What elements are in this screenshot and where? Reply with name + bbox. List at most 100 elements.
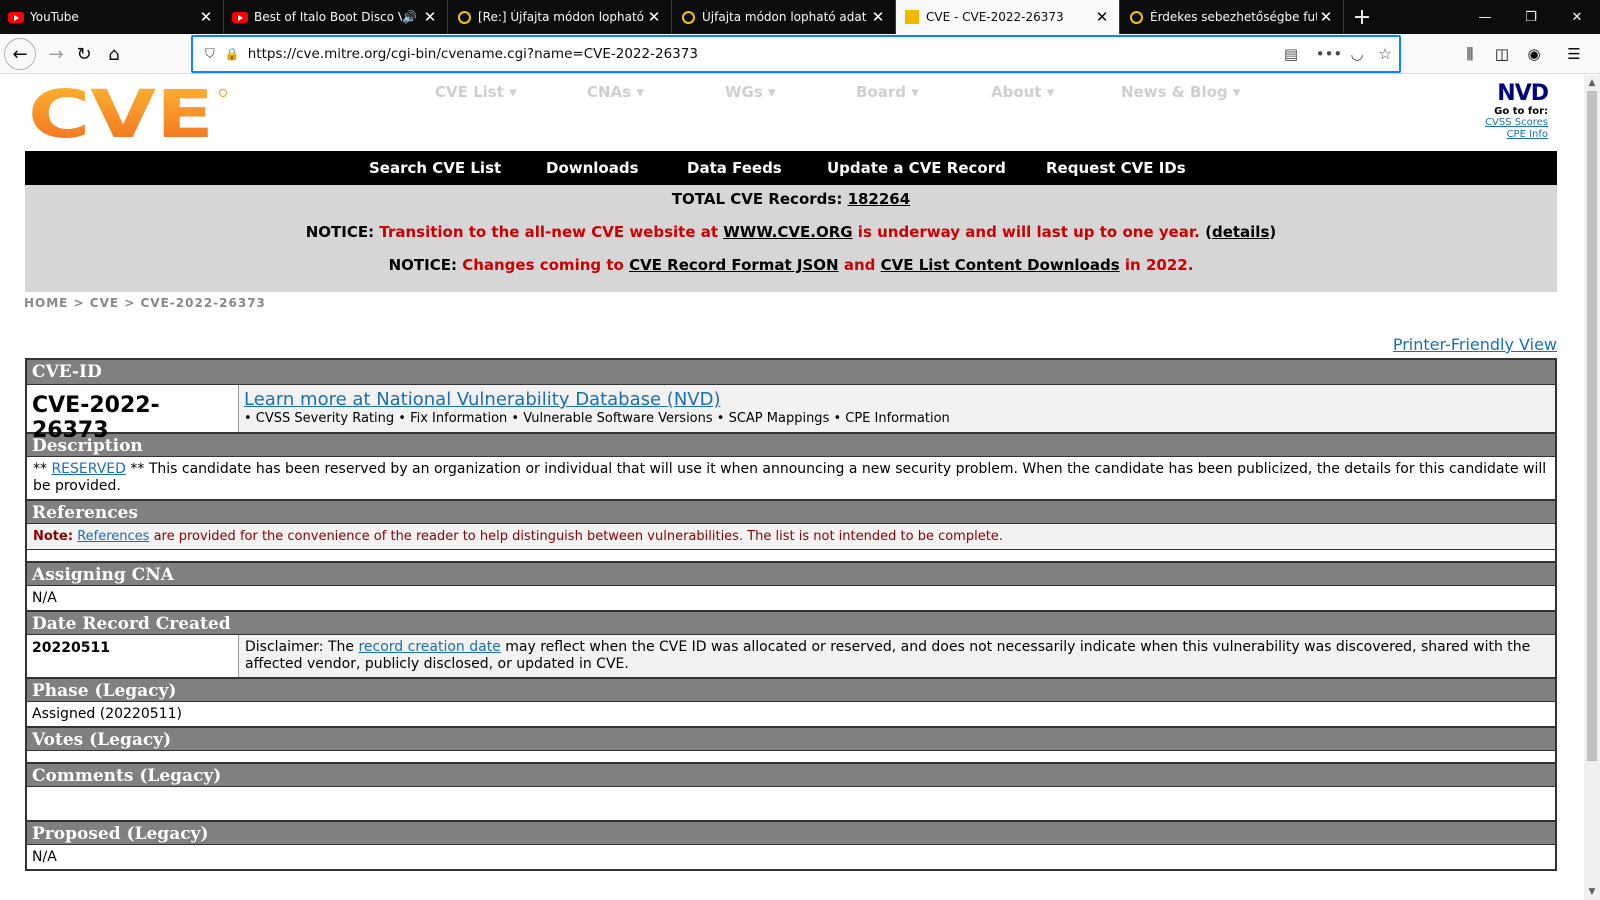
nav-update-cve-record[interactable]: Update a CVE Record xyxy=(827,159,1006,177)
tab-title: YouTube xyxy=(30,10,79,24)
header-phase: Phase (Legacy) xyxy=(27,677,1555,701)
notice-label: NOTICE: xyxy=(388,256,457,274)
cna-row: N/A xyxy=(27,585,1555,610)
disclaimer-text: Disclaimer: The record creation date may… xyxy=(239,635,1555,677)
pocket-icon[interactable]: ◡ xyxy=(1343,45,1371,63)
phase-value: Assigned (20220511) xyxy=(32,706,182,722)
note-text: are provided for the convenience of the … xyxy=(153,529,1003,544)
nav-data-feeds[interactable]: Data Feeds xyxy=(687,159,782,177)
tab-italo-disco[interactable]: Best of Italo Boot Disco Vol. 🔊 ✕ xyxy=(224,0,448,34)
cpe-info-link[interactable]: CPE Info xyxy=(1458,129,1548,141)
tab-re-ujfajta[interactable]: [Re:] Újfajta módon lopható ad ✕ xyxy=(448,0,672,34)
notice-text: Transition to the all-new CVE website at xyxy=(379,223,719,241)
top-nav-board[interactable]: Board ▾ xyxy=(856,83,991,101)
tab-title: CVE - CVE-2022-26373 xyxy=(926,10,1064,24)
date-value: 20220511 xyxy=(27,635,239,677)
bookmark-star-icon[interactable]: ☆ xyxy=(1371,45,1399,63)
scroll-down-icon[interactable]: ▼ xyxy=(1584,884,1600,900)
lock-icon[interactable]: 🔒 xyxy=(225,47,240,61)
menu-icon[interactable]: ☰ xyxy=(1558,38,1590,70)
cvss-scores-link[interactable]: CVSS Scores xyxy=(1458,117,1548,129)
breadcrumb[interactable]: HOME > CVE > CVE-2022-26373 xyxy=(24,296,266,310)
details-link[interactable]: details xyxy=(1212,223,1269,241)
desc-body: ** This candidate has been reserved by a… xyxy=(33,461,1547,494)
nav-toolbar: ← → ↻ ⌂ ⛉ 🔒 https://cve.mitre.org/cgi-bi… xyxy=(0,34,1600,74)
nav-request-cve-ids[interactable]: Request CVE IDs xyxy=(1046,159,1186,177)
library-icon[interactable]: ⫼ xyxy=(1454,38,1486,70)
scroll-up-icon[interactable]: ▲ xyxy=(1584,75,1600,91)
references-row: Note: References are provided for the co… xyxy=(27,523,1555,549)
tab-erdekes[interactable]: Érdekes sebezhetőségbe futott ✕ xyxy=(1120,0,1344,34)
total-records-link[interactable]: 182264 xyxy=(848,190,911,208)
disclaimer-a: Disclaimer: The xyxy=(245,639,354,655)
tab-ujfajta[interactable]: Újfajta módon lopható adat az ✕ xyxy=(672,0,896,34)
page-scrollbar[interactable]: ▲ ▼ xyxy=(1584,75,1600,900)
tab-youtube[interactable]: YouTube ✕ xyxy=(0,0,224,34)
close-window-icon[interactable]: ✕ xyxy=(1554,0,1600,34)
header-description: Description xyxy=(27,432,1555,456)
close-tab-icon[interactable]: ✕ xyxy=(1317,8,1335,26)
tab-title: Érdekes sebezhetőségbe futott xyxy=(1150,10,1317,24)
top-nav-cnas[interactable]: CNAs ▾ xyxy=(587,83,725,101)
close-tab-icon[interactable]: ✕ xyxy=(1093,8,1111,26)
nvd-cell: Learn more at National Vulnerability Dat… xyxy=(239,385,955,432)
references-list-empty xyxy=(27,549,1555,561)
total-label: TOTAL CVE Records: xyxy=(671,190,843,208)
tab-title: Best of Italo Boot Disco Vol. xyxy=(254,10,403,24)
note-label: Note: xyxy=(33,529,74,544)
references-link[interactable]: References xyxy=(77,529,149,544)
url-text[interactable]: https://cve.mitre.org/cgi-bin/cvename.cg… xyxy=(248,46,1277,62)
notice-transition: NOTICE: Transition to the all-new CVE we… xyxy=(305,223,1277,241)
ring-icon xyxy=(1128,9,1144,25)
cve-record-table: CVE-ID CVE-2022-26373 Learn more at Nati… xyxy=(25,358,1557,871)
nav-search-cve-list[interactable]: Search CVE List xyxy=(369,159,501,177)
close-tab-icon[interactable]: ✕ xyxy=(645,8,663,26)
close-tab-icon[interactable]: ✕ xyxy=(421,8,439,26)
nav-downloads[interactable]: Downloads xyxy=(546,159,639,177)
notice-text: and xyxy=(843,256,876,274)
top-nav-news-blog[interactable]: News & Blog ▾ xyxy=(1121,83,1240,101)
votes-empty xyxy=(27,750,1555,762)
references-note: Note: References are provided for the co… xyxy=(27,524,1009,549)
record-creation-date-link[interactable]: record creation date xyxy=(358,639,500,655)
header-cve-id: CVE-ID xyxy=(27,360,1555,384)
notice-area: TOTAL CVE Records: 182264 NOTICE: Transi… xyxy=(25,185,1557,292)
top-nav: CVE List ▾ CNAs ▾ WGs ▾ Board ▾ About ▾ … xyxy=(435,83,1240,101)
notice-changes: NOTICE: Changes coming to CVE Record For… xyxy=(25,256,1557,274)
shield-icon[interactable]: ⛉ xyxy=(205,47,215,62)
sidebar-icon[interactable]: ◫ xyxy=(1486,38,1518,70)
content-downloads-link[interactable]: CVE List Content Downloads xyxy=(881,256,1120,274)
top-nav-wgs[interactable]: WGs ▾ xyxy=(725,83,856,101)
reserved-link[interactable]: RESERVED xyxy=(51,461,125,477)
back-icon[interactable]: ← xyxy=(4,38,36,70)
top-nav-cve-list[interactable]: CVE List ▾ xyxy=(435,83,587,101)
nvd-bullets: • CVSS Severity Rating • Fix Information… xyxy=(244,411,950,426)
close-tab-icon[interactable]: ✕ xyxy=(197,8,215,26)
restore-icon[interactable]: ❐ xyxy=(1508,0,1554,34)
tab-title: Újfajta módon lopható adat az xyxy=(702,10,869,24)
nvd-logo[interactable]: NVD xyxy=(1458,81,1549,106)
cve-logo[interactable]: CVE xyxy=(28,85,228,145)
cve-org-link[interactable]: WWW.CVE.ORG xyxy=(723,223,852,241)
page-content: CVE CVE List ▾ CNAs ▾ WGs ▾ Board ▾ Abou… xyxy=(0,75,1584,900)
new-tab-icon[interactable]: + xyxy=(1344,0,1380,34)
printer-friendly-link[interactable]: Printer-Friendly View xyxy=(1393,335,1557,354)
json-format-link[interactable]: CVE Record Format JSON xyxy=(629,256,839,274)
reader-view-icon[interactable]: ▤ xyxy=(1277,45,1305,63)
close-tab-icon[interactable]: ✕ xyxy=(869,8,887,26)
window-controls: — ❐ ✕ xyxy=(1462,0,1600,34)
top-nav-about[interactable]: About ▾ xyxy=(991,83,1121,101)
speaker-icon[interactable]: 🔊 xyxy=(402,10,417,24)
reload-icon[interactable]: ↻ xyxy=(68,38,100,70)
account-icon[interactable]: ◉ xyxy=(1518,38,1550,70)
scroll-thumb[interactable] xyxy=(1587,91,1597,761)
home-icon[interactable]: ⌂ xyxy=(98,38,130,70)
minimize-icon[interactable]: — xyxy=(1462,0,1508,34)
tab-cve-active[interactable]: CVE - CVE-2022-26373 ✕ xyxy=(896,0,1120,34)
nvd-link[interactable]: Learn more at National Vulnerability Dat… xyxy=(244,389,950,410)
tab-bar: YouTube ✕ Best of Italo Boot Disco Vol. … xyxy=(0,0,1600,34)
url-bar[interactable]: ⛉ 🔒 https://cve.mitre.org/cgi-bin/cvenam… xyxy=(191,35,1401,73)
proposed-row: N/A xyxy=(27,844,1555,869)
notice-text: is underway and will last up to one year… xyxy=(857,223,1200,241)
more-actions-icon[interactable]: ••• xyxy=(1315,45,1343,63)
